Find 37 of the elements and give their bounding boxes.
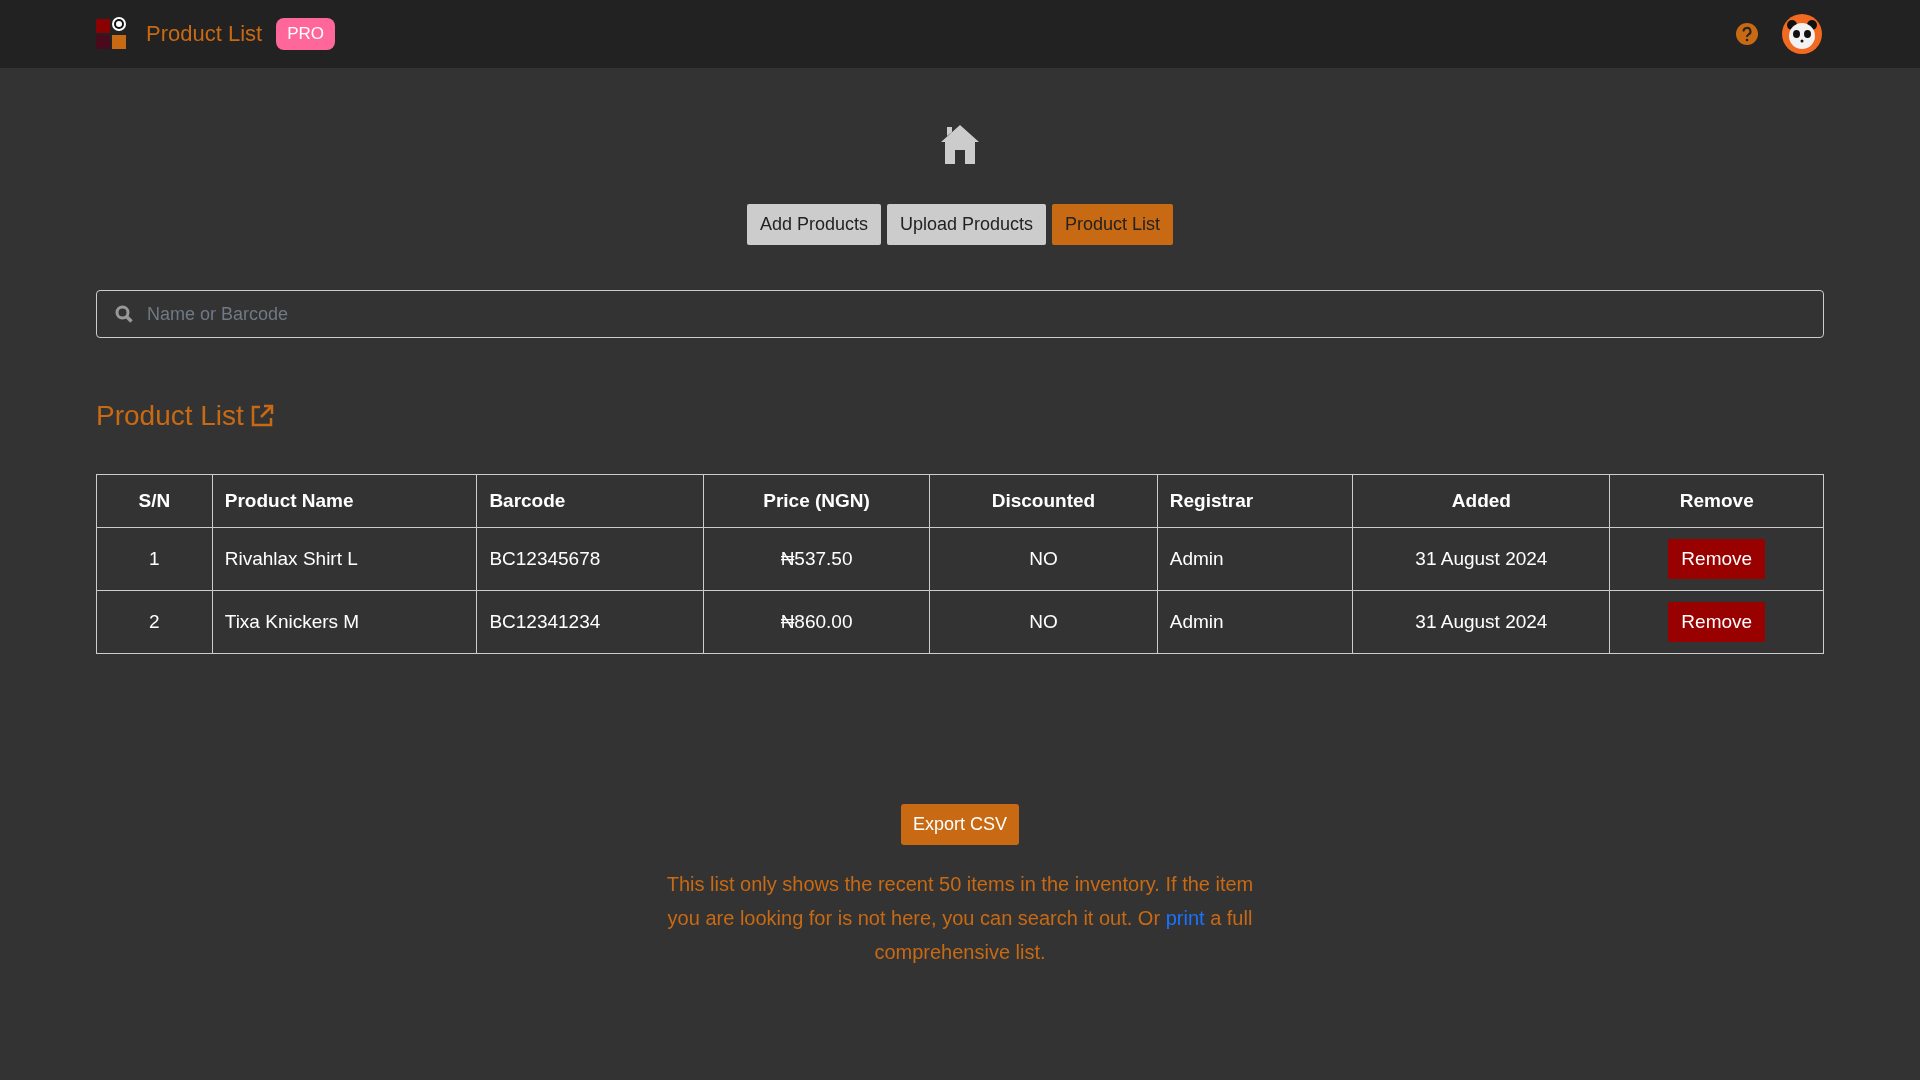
search-field[interactable]: Name or Barcode bbox=[96, 290, 1824, 338]
table-cell: BC12341234 bbox=[476, 590, 704, 654]
table-cell: Tixa Knickers M bbox=[212, 590, 477, 654]
export-csv-button[interactable]: Export CSV bbox=[900, 804, 1019, 845]
panda-avatar-icon[interactable] bbox=[1782, 14, 1822, 54]
pro-badge: PRO bbox=[276, 18, 335, 50]
nav-tab[interactable]: Product List bbox=[1052, 204, 1174, 245]
table-cell: Admin bbox=[1157, 527, 1353, 591]
inventory-note: This list only shows the recent 50 items in the inventory. If the item you are looking for is not here, you can search it out. Or print a full comprehensive list. bbox=[665, 872, 1255, 965]
table-cell: 2 bbox=[96, 590, 213, 654]
table-cell: 31 August 2024 bbox=[1352, 590, 1610, 654]
help-icon[interactable] bbox=[1736, 23, 1758, 45]
column-header: Added bbox=[1352, 474, 1610, 528]
column-header: Remove bbox=[1610, 474, 1824, 528]
column-header: Registrar bbox=[1157, 474, 1353, 528]
column-header: Discounted bbox=[929, 474, 1158, 528]
remove-button[interactable]: Remove bbox=[1668, 602, 1766, 642]
app-title: Product List bbox=[146, 21, 263, 47]
column-header: Price (NGN) bbox=[703, 474, 930, 528]
column-header: Product Name bbox=[212, 474, 477, 528]
table-cell: ₦537.50 bbox=[703, 527, 930, 591]
section-title: Product List bbox=[96, 400, 244, 432]
table-cell: BC12345678 bbox=[476, 527, 704, 591]
table-cell: NO bbox=[929, 527, 1158, 591]
table-cell: 31 August 2024 bbox=[1352, 527, 1610, 591]
table-cell: Rivahlax Shirt L bbox=[212, 527, 477, 591]
table-cell: ₦860.00 bbox=[703, 590, 930, 654]
column-header: Barcode bbox=[476, 474, 704, 528]
remove-button[interactable]: Remove bbox=[1668, 539, 1766, 579]
external-link-icon[interactable] bbox=[249, 404, 274, 428]
table-cell: Admin bbox=[1157, 590, 1353, 654]
search-icon bbox=[115, 305, 133, 323]
nav-tab[interactable]: Add Products bbox=[746, 204, 881, 245]
table-cell: NO bbox=[929, 590, 1158, 654]
nav-tab[interactable]: Upload Products bbox=[886, 204, 1047, 245]
table-cell: 1 bbox=[96, 527, 213, 591]
column-header: S/N bbox=[96, 474, 213, 528]
